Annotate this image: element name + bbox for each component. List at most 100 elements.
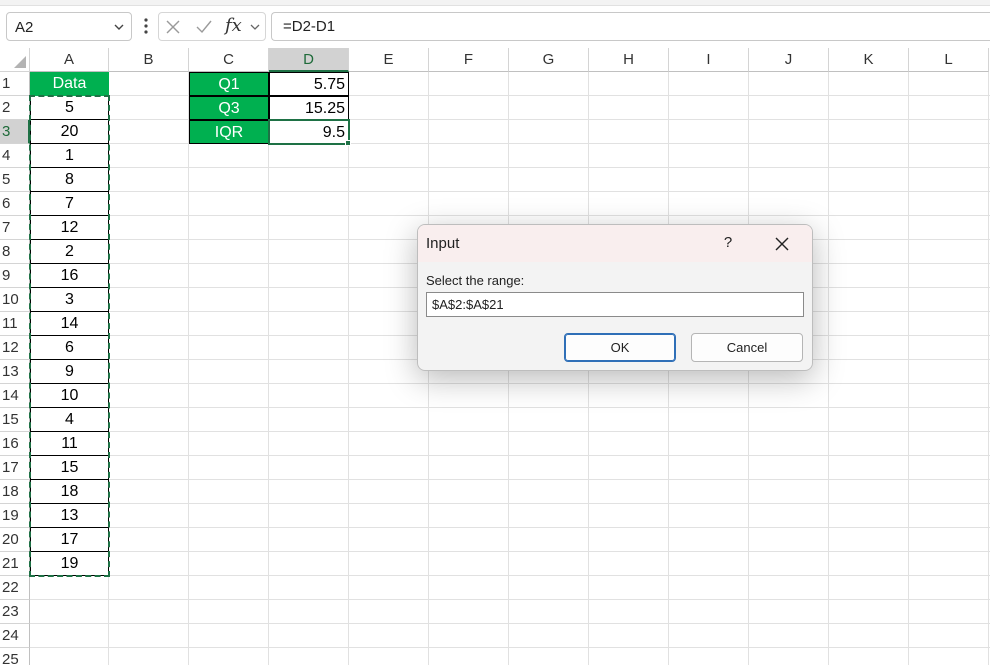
data-cell[interactable]: 10	[30, 384, 109, 408]
gridline-row	[30, 431, 990, 432]
data-cell[interactable]: 11	[30, 432, 109, 456]
data-cell[interactable]: 3	[30, 288, 109, 312]
stat-value-cell[interactable]: 5.75	[269, 72, 349, 96]
column-header-l[interactable]: L	[909, 48, 989, 72]
stat-label-cell[interactable]: Q1	[189, 72, 269, 96]
column-header-i[interactable]: I	[669, 48, 749, 72]
data-cell[interactable]: 15	[30, 456, 109, 480]
fill-handle[interactable]	[345, 140, 351, 146]
column-header-a[interactable]: A	[30, 48, 109, 72]
gridline-column	[188, 72, 189, 665]
data-cell[interactable]: 18	[30, 480, 109, 504]
row-header-9[interactable]: 9	[0, 264, 30, 288]
data-cell[interactable]: 6	[30, 336, 109, 360]
insert-function-icon[interactable]: fx	[225, 15, 242, 36]
row-header-17[interactable]: 17	[0, 456, 30, 480]
row-header-23[interactable]: 23	[0, 600, 30, 624]
data-header-cell[interactable]: Data	[30, 72, 109, 96]
gridline-column	[908, 72, 909, 665]
column-header-k[interactable]: K	[829, 48, 909, 72]
column-header-g[interactable]: G	[509, 48, 589, 72]
range-input[interactable]: $A$2:$A$21	[426, 292, 804, 317]
row-header-18[interactable]: 18	[0, 480, 30, 504]
cancel-button[interactable]: Cancel	[691, 333, 803, 362]
confirm-entry-icon[interactable]	[195, 19, 213, 35]
gridline-row	[30, 455, 990, 456]
data-cell[interactable]: 5	[30, 96, 109, 120]
data-cell[interactable]: 12	[30, 216, 109, 240]
data-cell[interactable]: 9	[30, 360, 109, 384]
column-header-e[interactable]: E	[349, 48, 429, 72]
chevron-down-icon[interactable]	[113, 21, 125, 33]
formula-input[interactable]: =D2-D1	[271, 12, 990, 41]
help-button[interactable]: ?	[720, 234, 736, 254]
input-dialog: Input ? Select the range: $A$2:$A$21 OK …	[417, 224, 813, 371]
gridline-row	[30, 215, 990, 216]
dialog-title: Input	[426, 235, 460, 252]
data-cell[interactable]: 1	[30, 144, 109, 168]
row-header-24[interactable]: 24	[0, 624, 30, 648]
stat-value-cell[interactable]: 15.25	[269, 96, 349, 120]
stat-label-cell[interactable]: Q3	[189, 96, 269, 120]
name-box-value: A2	[15, 19, 34, 36]
data-cell[interactable]: 13	[30, 504, 109, 528]
row-header-14[interactable]: 14	[0, 384, 30, 408]
more-options-icon[interactable]	[141, 14, 151, 38]
column-header-h[interactable]: H	[589, 48, 669, 72]
data-cell[interactable]: 20	[30, 120, 109, 144]
row-header-8[interactable]: 8	[0, 240, 30, 264]
data-cell[interactable]: 4	[30, 408, 109, 432]
row-header-3[interactable]: 3	[0, 120, 30, 144]
row-header-6[interactable]: 6	[0, 192, 30, 216]
column-header-f[interactable]: F	[429, 48, 509, 72]
column-header-d[interactable]: D	[269, 48, 349, 72]
ribbon-edge	[0, 0, 990, 6]
ok-button[interactable]: OK	[564, 333, 676, 362]
row-header-2[interactable]: 2	[0, 96, 30, 120]
row-header-22[interactable]: 22	[0, 576, 30, 600]
gridline-row	[30, 191, 990, 192]
close-icon[interactable]	[773, 235, 791, 253]
column-header-c[interactable]: C	[189, 48, 269, 72]
row-header-20[interactable]: 20	[0, 528, 30, 552]
data-cell[interactable]: 19	[30, 552, 109, 576]
gridline-row	[30, 599, 990, 600]
data-cell[interactable]: 17	[30, 528, 109, 552]
range-input-value: $A$2:$A$21	[432, 297, 504, 312]
row-header-15[interactable]: 15	[0, 408, 30, 432]
column-header-j[interactable]: J	[749, 48, 829, 72]
row-header-11[interactable]: 11	[0, 312, 30, 336]
row-header-1[interactable]: 1	[0, 72, 30, 96]
column-header-b[interactable]: B	[109, 48, 189, 72]
row-header-10[interactable]: 10	[0, 288, 30, 312]
data-cell[interactable]: 14	[30, 312, 109, 336]
row-header-12[interactable]: 12	[0, 336, 30, 360]
row-header-21[interactable]: 21	[0, 552, 30, 576]
dialog-prompt: Select the range:	[426, 273, 525, 288]
row-header-4[interactable]: 4	[0, 144, 30, 168]
data-cell[interactable]: 16	[30, 264, 109, 288]
cancel-entry-icon[interactable]	[165, 19, 181, 35]
stat-value-cell[interactable]: 9.5	[269, 120, 349, 144]
dialog-title-bar[interactable]: Input ?	[418, 225, 812, 262]
row-header-7[interactable]: 7	[0, 216, 30, 240]
gridline-column	[988, 72, 989, 665]
gridline-row	[30, 167, 990, 168]
gridline-column	[348, 72, 349, 665]
row-header-25[interactable]: 25	[0, 648, 30, 665]
chevron-down-icon[interactable]	[249, 22, 261, 32]
row-header-16[interactable]: 16	[0, 432, 30, 456]
name-box[interactable]: A2	[6, 12, 132, 41]
select-all-corner[interactable]	[0, 48, 30, 72]
gridline-row	[30, 383, 990, 384]
stat-label-cell[interactable]: IQR	[189, 120, 269, 144]
gridline-row	[30, 143, 990, 144]
data-cell[interactable]: 8	[30, 168, 109, 192]
gridline-column	[828, 72, 829, 665]
row-header-19[interactable]: 19	[0, 504, 30, 528]
data-cell[interactable]: 2	[30, 240, 109, 264]
row-header-13[interactable]: 13	[0, 360, 30, 384]
data-cell[interactable]: 7	[30, 192, 109, 216]
formula-text: =D2-D1	[283, 18, 336, 35]
row-header-5[interactable]: 5	[0, 168, 30, 192]
